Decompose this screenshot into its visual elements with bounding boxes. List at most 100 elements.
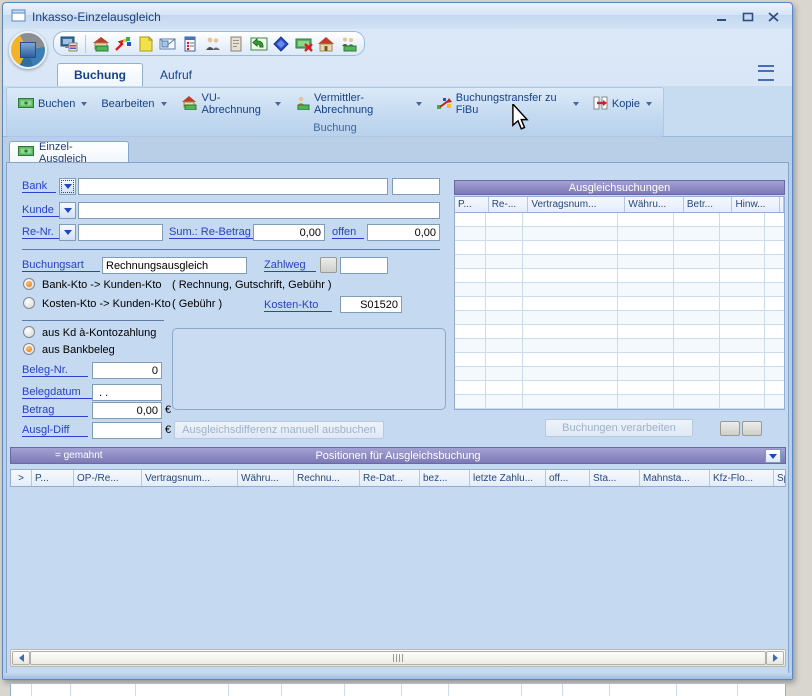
column-header[interactable]: Re-...	[489, 197, 529, 212]
contract-icon[interactable]	[227, 34, 246, 54]
column-header[interactable]: Kfz-Flo...	[710, 470, 774, 486]
vu-house-money-icon[interactable]	[91, 34, 110, 54]
ribbon-menu-icon[interactable]	[758, 65, 774, 81]
kosten-kto-radio[interactable]	[23, 297, 35, 309]
re-nr-input[interactable]	[78, 224, 163, 241]
column-header[interactable]: off...	[546, 470, 590, 486]
app-logo-button[interactable]	[9, 31, 47, 69]
betrag-label[interactable]: Betrag	[22, 404, 88, 417]
zahlweg-label[interactable]: Zahlweg	[264, 259, 316, 272]
envelope-icon[interactable]	[159, 34, 178, 54]
kunde-input[interactable]	[78, 202, 440, 219]
sum-re-betrag-input[interactable]	[253, 224, 325, 241]
betrag-input[interactable]	[92, 402, 162, 419]
bank-kto-radio[interactable]	[23, 278, 35, 290]
bearbeiten-button[interactable]: Bearbeiten	[94, 92, 173, 116]
column-header[interactable]: Splitbuchu...	[774, 470, 785, 486]
column-header[interactable]: Sta...	[590, 470, 640, 486]
kosten-kto-radio-label[interactable]: Kosten-Kto -> Kunden-Kto	[42, 298, 171, 310]
re-nr-dropdown-button[interactable]	[59, 224, 76, 241]
scrollbar-thumb[interactable]	[30, 651, 766, 665]
offen-label[interactable]: offen	[332, 226, 364, 239]
mini-button-1[interactable]	[720, 421, 740, 436]
kopie-button[interactable]: Kopie	[586, 92, 659, 116]
minimize-button[interactable]	[714, 11, 730, 24]
chevron-down-icon	[573, 102, 579, 106]
column-header[interactable]: OP-/Re...	[74, 470, 142, 486]
akonto-radio-label[interactable]: aus Kd à-Kontozahlung	[42, 327, 156, 339]
buchen-button[interactable]: Buchen	[11, 92, 94, 116]
transfer-arrow-icon[interactable]	[114, 34, 133, 54]
document-icon[interactable]	[137, 34, 156, 54]
positionen-column-header: > P... OP-/Re... Vertragsnum... Währu...…	[10, 469, 786, 487]
toolbar-icon-strip	[53, 31, 365, 56]
titlebar[interactable]: Inkasso-Einzelausgleich	[3, 3, 792, 29]
tab-buchung[interactable]: Buchung	[57, 63, 143, 86]
column-header[interactable]: Vertragsnum...	[142, 470, 238, 486]
undo-icon[interactable]	[249, 34, 268, 54]
column-header[interactable]: Re-Dat...	[360, 470, 420, 486]
column-header[interactable]: Währu...	[625, 197, 683, 212]
close-button[interactable]	[766, 11, 782, 24]
column-header[interactable]: P...	[455, 197, 489, 212]
kosten-kto-label[interactable]: Kosten-Kto	[264, 299, 332, 312]
bankbeleg-radio-label[interactable]: aus Bankbeleg	[42, 344, 115, 356]
ausbuchen-button[interactable]: Ausgleichsdifferenz manuell ausbuchen	[174, 421, 384, 439]
tab-aufruf[interactable]: Aufruf	[143, 63, 209, 86]
people-money-icon[interactable]	[339, 34, 358, 54]
list-icon[interactable]	[182, 34, 201, 54]
bank-input[interactable]	[78, 178, 388, 195]
bank-aux-input[interactable]	[392, 178, 440, 195]
desktop-icon[interactable]	[60, 34, 79, 54]
column-header[interactable]: >	[11, 470, 32, 486]
column-header[interactable]: Mahnsta...	[640, 470, 710, 486]
column-header[interactable]: letzte Zahlu...	[470, 470, 546, 486]
column-header[interactable]: Betr...	[684, 197, 733, 212]
belegdatum-label[interactable]: Belegdatum	[22, 386, 92, 399]
vu-abrechnung-button[interactable]: VU-Abrechnung	[174, 92, 288, 116]
scroll-left-button[interactable]	[12, 651, 30, 665]
house-icon[interactable]	[317, 34, 336, 54]
column-header[interactable]: Rechnu...	[294, 470, 360, 486]
ausgl-diff-input[interactable]	[92, 422, 162, 439]
buchungstransfer-fibu-button[interactable]: Buchungstransfer zu FiBu	[429, 92, 586, 116]
bank-dropdown-button[interactable]	[59, 178, 76, 195]
mini-button-2[interactable]	[742, 421, 762, 436]
positionen-dropdown-button[interactable]	[765, 449, 781, 463]
kunde-label[interactable]: Kunde	[22, 204, 59, 217]
beleg-nr-label[interactable]: Beleg-Nr.	[22, 364, 88, 377]
chevron-down-icon	[81, 102, 87, 106]
scroll-right-button[interactable]	[766, 651, 784, 665]
column-header[interactable]: P...	[32, 470, 74, 486]
re-nr-label[interactable]: Re-Nr.	[22, 226, 59, 239]
beleg-nr-input[interactable]	[92, 362, 162, 379]
sum-re-betrag-label[interactable]: Sum.: Re-Betrag	[169, 226, 253, 239]
app-logo-icon	[20, 42, 36, 58]
akonto-radio[interactable]	[23, 326, 35, 338]
column-header[interactable]: Währu...	[238, 470, 294, 486]
column-header[interactable]: Vertragsnum...	[528, 197, 625, 212]
belegdatum-input[interactable]	[92, 384, 162, 401]
diamond-icon[interactable]	[272, 34, 291, 54]
ausgl-diff-label[interactable]: Ausgl-Diff	[22, 424, 88, 437]
tab-einzel-ausgleich[interactable]: Einzel-Ausgleich	[9, 141, 129, 163]
zahlweg-browse-button[interactable]	[320, 257, 337, 273]
buchungsart-input[interactable]	[102, 257, 247, 274]
people-icon[interactable]	[204, 34, 223, 54]
maximize-button[interactable]	[740, 11, 756, 24]
zahlweg-input[interactable]	[340, 257, 388, 274]
vermittler-abrechnung-button[interactable]: Vermittler-Abrechnung	[288, 92, 429, 116]
kunde-dropdown-button[interactable]	[59, 202, 76, 219]
buchungen-verarbeiten-button[interactable]: Buchungen verarbeiten	[545, 419, 693, 437]
column-header[interactable]: bez...	[420, 470, 470, 486]
bank-label[interactable]: Bank	[22, 180, 56, 193]
bank-kto-radio-label[interactable]: Bank-Kto -> Kunden-Kto	[42, 279, 162, 291]
buchungsart-label[interactable]: Buchungsart	[22, 259, 100, 272]
money-cancel-icon[interactable]	[294, 34, 313, 54]
offen-input[interactable]	[367, 224, 440, 241]
bankbeleg-radio[interactable]	[23, 343, 35, 355]
horizontal-scrollbar[interactable]	[10, 649, 786, 667]
chevron-down-icon	[646, 102, 652, 106]
column-header[interactable]: Hinw...	[732, 197, 780, 212]
kosten-kto-input[interactable]	[340, 296, 402, 313]
